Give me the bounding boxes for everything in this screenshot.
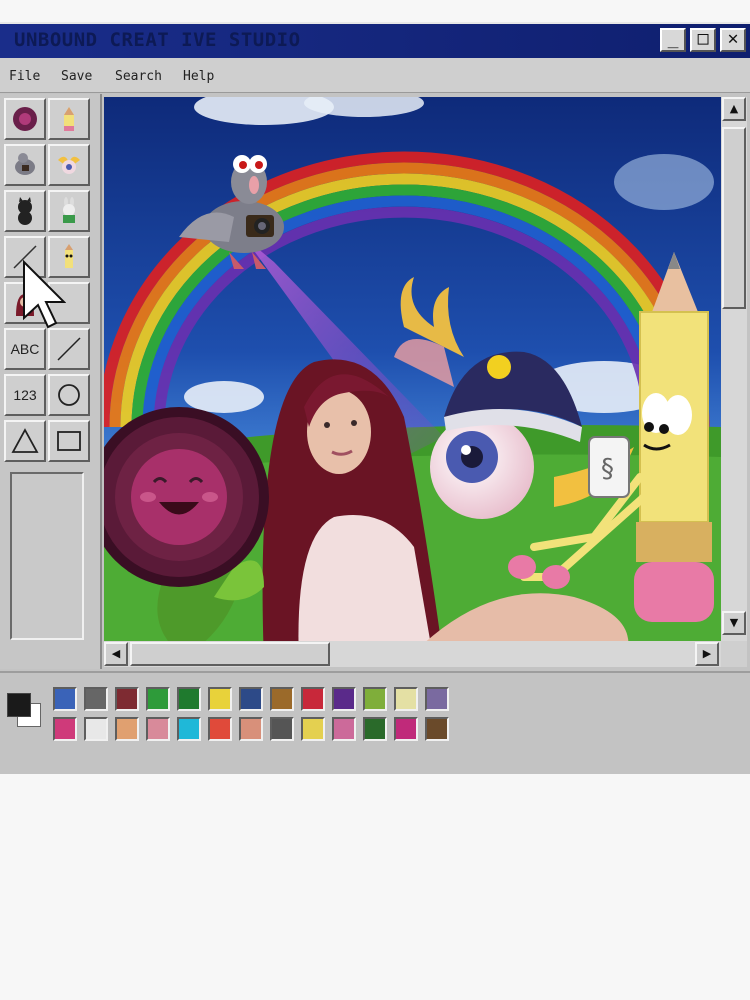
color-swatch[interactable] — [239, 687, 263, 711]
color-swatch[interactable] — [177, 717, 201, 741]
svg-text:§: § — [601, 454, 614, 484]
rectangle-icon — [57, 431, 81, 451]
menu-search[interactable]: Search — [115, 69, 162, 84]
text-icon: ABC — [10, 341, 40, 357]
triangle-tool[interactable] — [4, 420, 46, 462]
scroll-right-button[interactable]: ▶ — [695, 642, 719, 666]
arrow-down-icon: ▼ — [729, 616, 739, 629]
color-swatch[interactable] — [115, 717, 139, 741]
color-palette — [0, 671, 750, 774]
foreground-color-swatch[interactable] — [7, 693, 31, 717]
color-swatch[interactable] — [84, 717, 108, 741]
arrow-right-icon: ▶ — [702, 647, 712, 660]
color-swatch[interactable] — [208, 687, 232, 711]
vertical-scroll-thumb[interactable] — [722, 127, 746, 309]
flower-icon — [13, 107, 37, 131]
circle-icon — [58, 384, 80, 406]
arrow-left-icon: ◀ — [111, 647, 121, 660]
flower-stamp-tool[interactable] — [4, 98, 46, 140]
color-swatch[interactable] — [53, 687, 77, 711]
bunny-tool[interactable] — [48, 190, 90, 232]
rectangle-tool[interactable] — [48, 420, 90, 462]
bunny-icon — [63, 197, 75, 223]
number-icon: 123 — [13, 387, 37, 403]
drawing-canvas[interactable]: § — [104, 97, 721, 663]
minimize-icon: _ — [667, 28, 679, 49]
color-swatch[interactable] — [394, 687, 418, 711]
canvas-artwork: § — [104, 97, 721, 663]
menu-bar: File Save Search Help — [0, 58, 750, 93]
app-window: UNBOUND CREAT IVE STUDIO _ □ ✕ File Save… — [0, 22, 750, 774]
pencil-stamp-tool[interactable] — [48, 98, 90, 140]
winged-eye-tool[interactable] — [48, 144, 90, 186]
color-swatch[interactable] — [425, 687, 449, 711]
color-swatch[interactable] — [84, 687, 108, 711]
scroll-down-button[interactable]: ▼ — [722, 611, 746, 635]
maximize-icon: □ — [697, 28, 709, 49]
color-swatch[interactable] — [301, 717, 325, 741]
scroll-left-button[interactable]: ◀ — [104, 642, 128, 666]
color-swatch[interactable] — [394, 717, 418, 741]
window-title: UNBOUND CREAT IVE STUDIO — [14, 29, 301, 51]
text-tool[interactable]: ABC — [4, 328, 46, 370]
color-swatch[interactable] — [146, 717, 170, 741]
horizontal-scrollbar[interactable]: ◀ ▶ — [104, 641, 721, 667]
close-icon: ✕ — [727, 28, 739, 49]
pigeon-camera-tool[interactable] — [4, 144, 46, 186]
color-swatch[interactable] — [363, 717, 387, 741]
minimize-button[interactable]: _ — [660, 28, 686, 52]
color-swatch[interactable] — [270, 717, 294, 741]
color-swatch[interactable] — [208, 717, 232, 741]
menu-file[interactable]: File — [9, 69, 40, 84]
winged-eye-icon — [58, 156, 80, 174]
menu-help[interactable]: Help — [183, 69, 214, 84]
color-swatch[interactable] — [301, 687, 325, 711]
title-bar[interactable]: UNBOUND CREAT IVE STUDIO _ □ ✕ — [0, 24, 750, 58]
diagonal-line-tool[interactable] — [48, 328, 90, 370]
mouse-cursor-icon — [23, 260, 66, 329]
pencil-icon — [64, 107, 74, 131]
triangle-icon — [11, 428, 39, 453]
toolbox: ABC 123 — [0, 94, 102, 669]
color-swatch[interactable] — [332, 717, 356, 741]
horizontal-scroll-thumb[interactable] — [130, 642, 330, 666]
circle-tool[interactable] — [48, 374, 90, 416]
scroll-corner — [721, 641, 747, 667]
scroll-up-button[interactable]: ▲ — [722, 97, 746, 121]
menu-save[interactable]: Save — [61, 69, 92, 84]
color-swatch[interactable] — [332, 687, 356, 711]
number-tool[interactable]: 123 — [4, 374, 46, 416]
cat-icon — [18, 197, 32, 225]
color-swatch[interactable] — [363, 687, 387, 711]
vertical-scrollbar[interactable]: ▲ ▼ — [721, 97, 747, 663]
maximize-button[interactable]: □ — [690, 28, 716, 52]
color-swatch[interactable] — [270, 687, 294, 711]
close-button[interactable]: ✕ — [720, 28, 746, 52]
color-swatch[interactable] — [177, 687, 201, 711]
color-swatch[interactable] — [146, 687, 170, 711]
color-swatch[interactable] — [425, 717, 449, 741]
black-cat-tool[interactable] — [4, 190, 46, 232]
color-swatch[interactable] — [239, 717, 263, 741]
tool-options-panel[interactable] — [10, 472, 84, 640]
arrow-up-icon: ▲ — [729, 102, 739, 115]
color-swatch[interactable] — [53, 717, 77, 741]
pigeon-icon — [15, 153, 35, 175]
active-colors[interactable] — [3, 689, 47, 733]
diagonal-line-icon — [57, 337, 81, 361]
color-swatch[interactable] — [115, 687, 139, 711]
